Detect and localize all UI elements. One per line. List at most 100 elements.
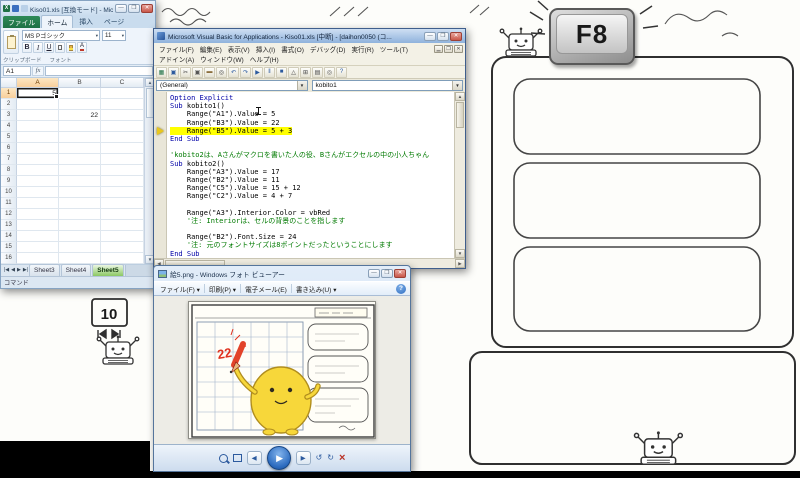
code-line-2[interactable]: Sub kobito1() (170, 102, 454, 110)
scroll-right-icon[interactable]: ▶ (455, 259, 465, 268)
excel-title-bar[interactable]: X Kiso01.xls [互換モード] - Microsoft Excel —… (1, 1, 155, 16)
menu-item-アドイン(A)[interactable]: アドイン(A) (156, 54, 197, 64)
cell-C2[interactable] (101, 99, 144, 110)
cell-A5[interactable] (17, 132, 59, 143)
menu-item-表示(V)[interactable]: 表示(V) (225, 44, 253, 54)
design-mode-icon[interactable]: △ (288, 67, 299, 78)
font-name-select[interactable]: MS Pゴシック ▾ (22, 30, 100, 41)
paste-icon[interactable]: ▬ (204, 67, 215, 78)
code-line-9[interactable]: Sub kobito2() (170, 160, 454, 168)
row-header-2[interactable]: 2 (1, 99, 17, 110)
find-icon[interactable]: ◎ (216, 67, 227, 78)
name-box[interactable]: A1 (3, 66, 31, 76)
format-button-B[interactable]: B (22, 42, 32, 53)
column-header-A[interactable]: A (17, 78, 59, 88)
row-header-10[interactable]: 10 (1, 187, 17, 198)
cell-A11[interactable] (17, 198, 59, 209)
help-icon[interactable]: ? (336, 67, 347, 78)
cell-B1[interactable] (59, 88, 101, 99)
row-header-7[interactable]: 7 (1, 154, 17, 165)
cell-B9[interactable] (59, 176, 101, 187)
row-header-12[interactable]: 12 (1, 209, 17, 220)
save-icon[interactable] (12, 5, 19, 12)
cell-B15[interactable] (59, 242, 101, 253)
cell-C6[interactable] (101, 143, 144, 154)
cell-C5[interactable] (101, 132, 144, 143)
close-button[interactable]: ✕ (450, 32, 462, 41)
help-icon[interactable]: ? (396, 284, 406, 294)
minimize-button[interactable]: — (424, 32, 436, 41)
reset-icon[interactable]: ■ (276, 67, 287, 78)
cell-A15[interactable] (17, 242, 59, 253)
redo-icon[interactable]: ↷ (240, 67, 251, 78)
slideshow-button[interactable]: ▶ (267, 446, 291, 470)
cell-C11[interactable] (101, 198, 144, 209)
scroll-up-icon[interactable]: ▲ (455, 92, 465, 101)
actual-size-icon[interactable] (233, 454, 242, 462)
cell-C3[interactable] (101, 110, 144, 121)
cell-B16[interactable] (59, 253, 101, 264)
fill-color-icon[interactable] (66, 42, 76, 53)
row-header-9[interactable]: 9 (1, 176, 17, 187)
cell-A1[interactable]: 5 (17, 88, 59, 99)
column-header-C[interactable]: C (101, 78, 144, 88)
code-line-11[interactable]: Range("B2").Value = 11 (170, 176, 454, 184)
code-line-3[interactable]: Range("A1").Value = 5 (170, 110, 454, 118)
scrollbar-thumb[interactable] (456, 102, 464, 128)
minimize-button[interactable]: — (115, 4, 127, 13)
row-header-4[interactable]: 4 (1, 121, 17, 132)
object-browser-icon[interactable]: ◎ (324, 67, 335, 78)
toolbar-ファイル(F)[interactable]: ファイル(F) ▾ (158, 284, 202, 294)
row-header-14[interactable]: 14 (1, 231, 17, 242)
delete-button[interactable]: × (339, 453, 345, 464)
project-explorer-icon[interactable]: ⊞ (300, 67, 311, 78)
tab-ページ[interactable]: ページ (99, 15, 129, 28)
sheet-tab-Sheet4[interactable]: Sheet4 (61, 264, 92, 276)
excel-view-icon[interactable]: ▦ (156, 67, 167, 78)
code-line-14[interactable] (170, 200, 454, 208)
code-line-4[interactable]: Range("B3").Value = 22 (170, 119, 454, 127)
row-header-11[interactable]: 11 (1, 198, 17, 209)
tab-file[interactable]: ファイル (3, 16, 40, 28)
cell-C16[interactable] (101, 253, 144, 264)
code-line-20[interactable]: End Sub (170, 250, 454, 258)
code-line-19[interactable]: '注: 元のフォントサイズは8ポイントだったということにします (170, 241, 454, 249)
code-line-16[interactable]: '注: Interiorは、セルの背景のことを指します (170, 217, 454, 225)
cell-C1[interactable] (101, 88, 144, 99)
cell-A9[interactable] (17, 176, 59, 187)
code-line-13[interactable]: Range("C2").Value = 4 + 7 (170, 192, 454, 200)
vba-code[interactable]: Option ExplicitSub kobito1() Range("A1")… (167, 92, 454, 258)
vba-vertical-scrollbar[interactable]: ▲ ▼ (454, 92, 465, 258)
code-line-12[interactable]: Range("C5").Value = 15 + 12 (170, 184, 454, 192)
maximize-button[interactable]: ❒ (381, 269, 393, 278)
tab-ホーム[interactable]: ホーム (41, 15, 73, 28)
format-button-U[interactable]: U (44, 42, 54, 53)
next-button[interactable]: ▶ (296, 451, 311, 465)
mdi-minimize-button[interactable]: ▁ (434, 45, 443, 53)
font-size-select[interactable]: 11 ▾ (102, 30, 126, 41)
cell-A6[interactable] (17, 143, 59, 154)
row-header-1[interactable]: 1 (1, 88, 17, 99)
properties-window-icon[interactable]: ▤ (312, 67, 323, 78)
close-button[interactable]: ✕ (141, 4, 153, 13)
cell-A14[interactable] (17, 231, 59, 242)
row-header-15[interactable]: 15 (1, 242, 17, 253)
code-line-6[interactable]: End Sub (170, 135, 454, 143)
code-line-17[interactable] (170, 225, 454, 233)
toolbar-電子メール(E)[interactable]: 電子メール(E) (243, 284, 289, 294)
cell-C15[interactable] (101, 242, 144, 253)
cell-B8[interactable] (59, 165, 101, 176)
row-header-6[interactable]: 6 (1, 143, 17, 154)
save-icon[interactable]: ▣ (168, 67, 179, 78)
cell-C14[interactable] (101, 231, 144, 242)
column-header-B[interactable]: B (59, 78, 101, 88)
cell-A4[interactable] (17, 121, 59, 132)
vba-title-bar[interactable]: Microsoft Visual Basic for Applications … (154, 29, 465, 43)
menu-item-デバッグ(D)[interactable]: デバッグ(D) (307, 44, 349, 54)
borders-icon[interactable] (55, 42, 65, 53)
cell-B4[interactable] (59, 121, 101, 132)
code-line-15[interactable]: Range("A3").Interior.Color = vbRed (170, 209, 454, 217)
cell-A3[interactable] (17, 110, 59, 121)
cell-B11[interactable] (59, 198, 101, 209)
cell-A8[interactable] (17, 165, 59, 176)
